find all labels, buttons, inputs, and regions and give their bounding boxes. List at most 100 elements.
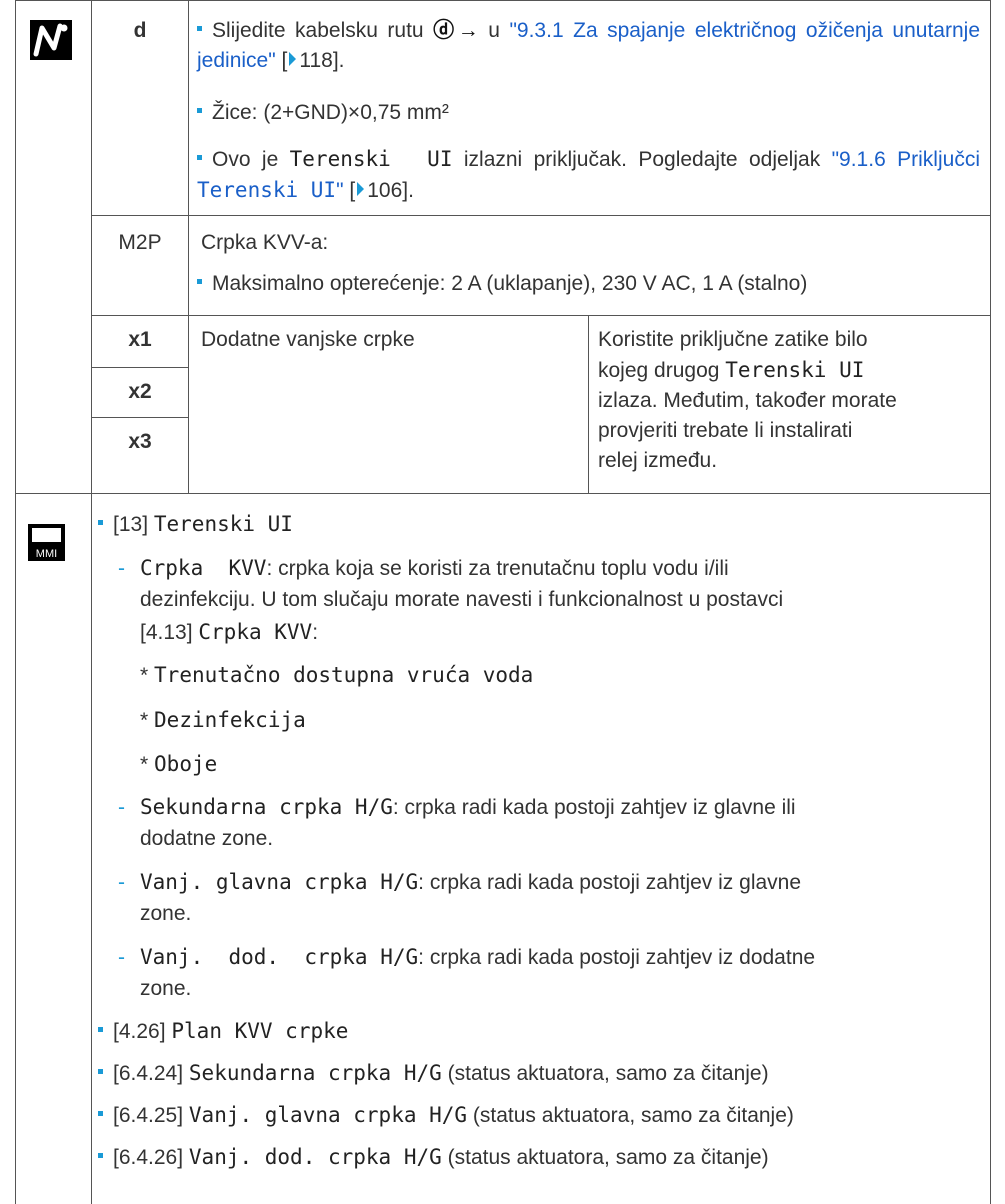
text: (status aktuatora, samo za čitanje) — [447, 1146, 769, 1169]
link-text: "9.1.6 Priključci — [831, 148, 980, 171]
ui-term: Vanj. glavna crpka H/G — [188, 1103, 468, 1127]
bracket: [ — [349, 179, 356, 202]
table-divider-icon-column — [91, 0, 92, 1204]
ui-term: Terenski UI — [725, 358, 865, 382]
text: Maksimalno opterećenje: 2 A (uklapanje),… — [212, 272, 808, 295]
dash: - — [118, 871, 125, 894]
link-text: " — [336, 179, 344, 202]
text: (status aktuatora, samo za čitanje) — [472, 1104, 794, 1127]
star: * — [140, 753, 149, 776]
mmi-bullet-6-4-24: [6.4.24] Sekundarna crpka H/G (status ak… — [98, 1058, 769, 1089]
dash: - — [118, 946, 125, 969]
mmi-sub-1: - Crpka KVV: crpka koja se koristi za tre… — [118, 553, 980, 584]
bullet — [98, 1110, 103, 1116]
table-border-top — [15, 0, 991, 1]
row-code-x1: x1 — [128, 328, 152, 351]
mmi-option-3: * Oboje — [140, 749, 217, 780]
bullet — [98, 1026, 103, 1032]
text: Žice: (2+GND)×0,75 mm² — [212, 101, 449, 124]
mmi-sub-4: - Vanj. dod. crpka H/G: crpka radi kada p… — [118, 942, 980, 973]
note-line: kojeg drugog Terenski UI — [598, 355, 983, 386]
ui-term: Sekundarna crpka H/G — [188, 1061, 442, 1085]
text: : crpka radi kada postoji zahtjev iz dod… — [418, 946, 816, 969]
dash: - — [118, 557, 125, 580]
ui-term: Terenski UI — [289, 147, 453, 171]
ui-term: Crpka KVV — [140, 556, 267, 580]
bracket: [ — [281, 49, 288, 72]
menu-ref: [4.13] — [140, 621, 193, 644]
bullet — [197, 107, 202, 113]
ui-term: Terenski UI — [153, 512, 293, 536]
row-d-bullet-1: Slijedite kabelsku rutu ⓓ→ u "9.3.1 Za s… — [197, 16, 980, 76]
mmi-sub-1-line-3: [4.13] Crpka KVV: — [140, 617, 318, 648]
menu-ref: [4.26] — [113, 1020, 166, 1043]
mmi-screen — [32, 528, 61, 542]
note-line: Koristite priključne zatike bilo — [598, 328, 868, 351]
mmi-option-1: * Trenutačno dostupna vruća voda — [140, 660, 533, 691]
mmi-option-2: * Dezinfekcija — [140, 705, 306, 736]
mmi-icon: MMI — [28, 524, 65, 561]
mmi-sub-2-line-2: dodatne zone. — [140, 827, 274, 850]
mmi-sub-1-line-2: dezinfekciju. U tom slučaju morate naves… — [140, 588, 784, 611]
row-x-note: Koristite priključne zatike bilo kojeg d… — [598, 325, 983, 476]
text: u — [488, 19, 500, 42]
note-line: provjeriti trebate li instalirati — [598, 419, 853, 442]
text: Slijedite kabelsku rutu — [212, 19, 424, 42]
note-line: relej između. — [598, 449, 718, 472]
bracket: ]. — [402, 179, 414, 202]
page-ref[interactable]: 106 — [367, 179, 402, 202]
bullet — [98, 1068, 103, 1074]
bracket: ]. — [332, 49, 345, 72]
mmi-bullet-6-4-25: [6.4.25] Vanj. glavna crpka H/G (status … — [98, 1100, 794, 1131]
ui-term: Trenutačno dostupna vruća voda — [154, 663, 534, 687]
page-ref[interactable]: 118 — [299, 49, 332, 72]
row-divider-mmi — [15, 493, 991, 494]
row-code-x2: x2 — [128, 380, 152, 403]
ui-term: Dezinfekcija — [154, 708, 306, 732]
star: * — [140, 664, 149, 687]
page-arrow-icon — [357, 182, 365, 197]
text: : — [312, 621, 319, 644]
cable-route-symbol: ⓓ→ — [433, 19, 479, 42]
mmi-label: MMI — [35, 548, 58, 560]
row-divider-d-m2p — [91, 215, 991, 216]
menu-ref: [6.4.25] — [113, 1104, 184, 1127]
mmi-bullet-4-26: [4.26] Plan KVV crpke — [98, 1016, 348, 1047]
text: izlazni priključak. Pogledajte odjeljak — [463, 148, 821, 171]
ui-term: Plan KVV crpke — [171, 1019, 349, 1043]
row-m2p-title: Crpka KVV-a: — [201, 231, 329, 254]
mmi-bullet-13: [13] Terenski UI — [98, 509, 293, 540]
mmi-bullet-6-4-26: [6.4.26] Vanj. dod. crpka H/G (status ak… — [98, 1142, 769, 1173]
table-divider-note-column — [588, 315, 589, 493]
bullet — [98, 1152, 103, 1158]
row-x-description: Dodatne vanjske crpke — [201, 328, 415, 351]
row-code-m2p: M2P — [118, 231, 162, 254]
text: kojeg drugog — [598, 359, 720, 382]
row-m2p-bullet-1: Maksimalno opterećenje: 2 A (uklapanje),… — [197, 269, 980, 299]
row-code-x3: x3 — [128, 430, 152, 453]
table-border-left — [15, 0, 16, 1204]
ui-term: Vanj. glavna crpka H/G — [140, 870, 419, 894]
text: Ovo je — [212, 148, 279, 171]
menu-ref: [13] — [113, 513, 149, 536]
note-line: izlaza. Međutim, također morate — [598, 389, 897, 412]
mmi-sub-3-line-2: zone. — [140, 902, 192, 925]
menu-ref: [6.4.24] — [113, 1062, 184, 1085]
ui-term: Sekundarna crpka H/G — [140, 795, 393, 819]
text: (status aktuatora, samo za čitanje) — [447, 1062, 769, 1085]
row-d-bullet-2: Žice: (2+GND)×0,75 mm² — [197, 98, 980, 128]
bullet — [197, 278, 202, 284]
bullet — [197, 25, 202, 31]
star: * — [140, 709, 149, 732]
ui-term: Oboje — [154, 752, 218, 776]
dash: - — [118, 796, 125, 819]
row-divider-x2-x3 — [91, 417, 189, 418]
wiring-icon — [30, 20, 72, 60]
page-arrow-icon — [289, 52, 297, 67]
text: : crpka radi kada postoji zahtjev iz gla… — [418, 871, 802, 894]
row-code-d: d — [133, 19, 147, 42]
bullet — [98, 519, 103, 525]
row-divider-x1-x2 — [91, 367, 189, 368]
text: : crpka koja se koristi za trenutačnu to… — [266, 557, 729, 580]
ui-term: Crpka KVV — [198, 620, 313, 644]
